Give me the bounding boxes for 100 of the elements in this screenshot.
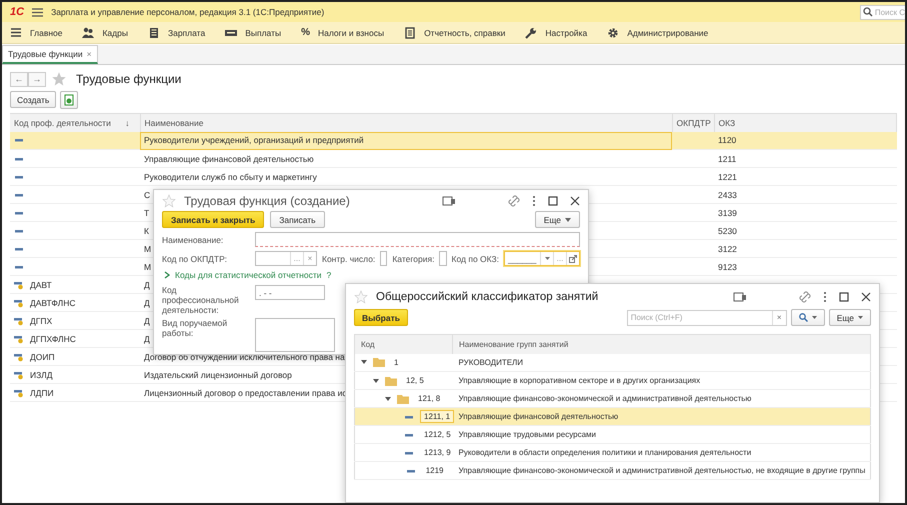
- search-icon: [798, 313, 808, 322]
- maximize-icon[interactable]: [548, 196, 558, 206]
- table-cell-text: 1219: [424, 465, 444, 476]
- table-cell: 9123: [714, 258, 896, 276]
- choose-button[interactable]: Выбрать: [354, 309, 408, 326]
- settings-icon: [607, 26, 620, 38]
- star-icon[interactable]: [52, 72, 66, 86]
- table-cell: Управляющие финансовой деятельностью: [452, 408, 870, 426]
- dash-key-icon: [14, 298, 24, 308]
- table-cell-text: 12, 5: [405, 375, 425, 386]
- sort-icon: ↓: [125, 118, 130, 128]
- table-cell: Руководители служб по сбыту и маркетингу: [140, 168, 672, 186]
- table-cell: ДОИП: [30, 352, 55, 362]
- more-button[interactable]: Еще: [828, 309, 871, 326]
- caret-icon: [812, 316, 817, 319]
- folder-icon: [397, 394, 409, 404]
- save-button[interactable]: Записать: [270, 211, 325, 228]
- maximize-icon[interactable]: [839, 292, 849, 302]
- star-icon[interactable]: [162, 194, 176, 208]
- open-tab[interactable]: Трудовые функции ×: [2, 45, 98, 64]
- table-cell: 5230: [714, 222, 896, 240]
- table-cell: Управляющие финансовой деятельностью: [140, 150, 672, 168]
- table-cell: 1211, 1: [421, 411, 454, 422]
- dash-key-icon: [14, 316, 24, 326]
- search-icon: [862, 7, 873, 17]
- menu-item[interactable]: Выплаты: [225, 26, 282, 38]
- clear-button[interactable]: ×: [772, 310, 786, 324]
- table-cell: Управляющие в корпоративном секторе и в других организациях: [452, 372, 870, 390]
- link-icon[interactable]: [508, 195, 520, 207]
- wrench-icon: [525, 26, 538, 38]
- more-button[interactable]: Еще: [534, 211, 580, 228]
- menu-item[interactable]: % Налоги и взносы: [301, 27, 384, 38]
- link-icon[interactable]: [799, 291, 811, 303]
- table-cell: ДГПХ: [30, 316, 52, 326]
- caret-icon: [858, 316, 863, 319]
- folder-icon: [373, 357, 385, 368]
- column-header[interactable]: Код: [354, 334, 452, 354]
- close-icon[interactable]: [861, 292, 871, 302]
- work-type-field[interactable]: [255, 318, 335, 352]
- table-cell-text: 1212, 5: [423, 429, 452, 440]
- menu-icon[interactable]: [32, 8, 44, 16]
- table-cell: ДАВТ: [30, 280, 52, 290]
- close-icon[interactable]: [570, 196, 580, 206]
- menu-item[interactable]: Отчетность, справки: [404, 26, 506, 38]
- table-cell-text: 1213, 9: [423, 447, 452, 458]
- open-icon[interactable]: [569, 254, 577, 262]
- spreadsheet-icon: [64, 94, 74, 106]
- table-cell: Управляющие трудовыми ресурсами: [452, 426, 870, 444]
- menu-item[interactable]: Главное: [10, 26, 62, 38]
- dash-key-icon: [14, 370, 24, 380]
- export-button[interactable]: [60, 91, 78, 109]
- chevron-icon[interactable]: [164, 271, 170, 279]
- table-cell: 1120: [714, 132, 896, 150]
- column-header[interactable]: Код проф. деятельности: [14, 118, 111, 128]
- name-field[interactable]: [255, 232, 580, 247]
- prof-code-field[interactable]: . - -: [255, 285, 325, 300]
- search-field[interactable]: Поиск (Ctrl+F) ×: [626, 310, 787, 326]
- column-header[interactable]: Наименование групп занятий: [452, 334, 870, 354]
- more-icon[interactable]: [823, 291, 827, 303]
- back-button[interactable]: ←: [10, 72, 28, 86]
- create-button[interactable]: Создать: [10, 91, 56, 108]
- table-cell: ЛДПИ: [30, 388, 54, 398]
- table-cell: 2433: [714, 186, 896, 204]
- category-field[interactable]: [439, 251, 447, 266]
- table-cell: ИЗЛД: [30, 370, 52, 380]
- column-header[interactable]: Наименование: [140, 114, 672, 132]
- caret-icon[interactable]: [544, 257, 550, 260]
- expand-arrow-icon[interactable]: [373, 378, 379, 384]
- notes-icon[interactable]: [442, 196, 456, 206]
- caret-icon: [565, 218, 571, 222]
- expand-arrow-icon[interactable]: [361, 359, 367, 366]
- table-cell: 1211: [714, 150, 896, 168]
- table-cell: ДАВТФЛНС: [30, 298, 76, 308]
- close-icon[interactable]: ×: [86, 49, 92, 59]
- table-cell-text: 1: [393, 356, 400, 368]
- more-icon[interactable]: [532, 195, 536, 207]
- column-header[interactable]: ОКЗ: [714, 114, 896, 132]
- save-and-close-button[interactable]: Записать и закрыть: [162, 211, 264, 228]
- folder-icon: [385, 376, 397, 386]
- table-cell: Руководители в области определения политики и планирования деятельности: [452, 444, 870, 462]
- expand-arrow-icon[interactable]: [385, 396, 391, 402]
- table-cell: ДГПХФЛНС: [30, 334, 76, 344]
- dash-key-icon: [14, 352, 24, 362]
- people-icon: [82, 26, 94, 38]
- check-number-field[interactable]: [380, 251, 388, 266]
- menu-item[interactable]: Администрирование: [607, 26, 708, 38]
- okz-field[interactable]: ______ ...: [504, 251, 580, 266]
- star-icon[interactable]: [354, 290, 368, 304]
- menu-item[interactable]: Настройка: [525, 26, 588, 38]
- notes-icon[interactable]: [733, 292, 747, 302]
- menu-item[interactable]: Кадры: [82, 26, 128, 38]
- table-cell: 3122: [714, 240, 896, 258]
- search-button[interactable]: [790, 309, 825, 326]
- app-logo[interactable]: 1С: [10, 6, 24, 18]
- forward-button[interactable]: →: [28, 72, 46, 86]
- table-cell: Руководители учреждений, организаций и предприятий: [140, 132, 672, 150]
- table-cell: РУКОВОДИТЕЛИ: [452, 354, 870, 372]
- menu-item[interactable]: Зарплата: [148, 26, 206, 38]
- column-header[interactable]: ОКПДТР: [672, 114, 714, 132]
- document-icon: [404, 26, 416, 38]
